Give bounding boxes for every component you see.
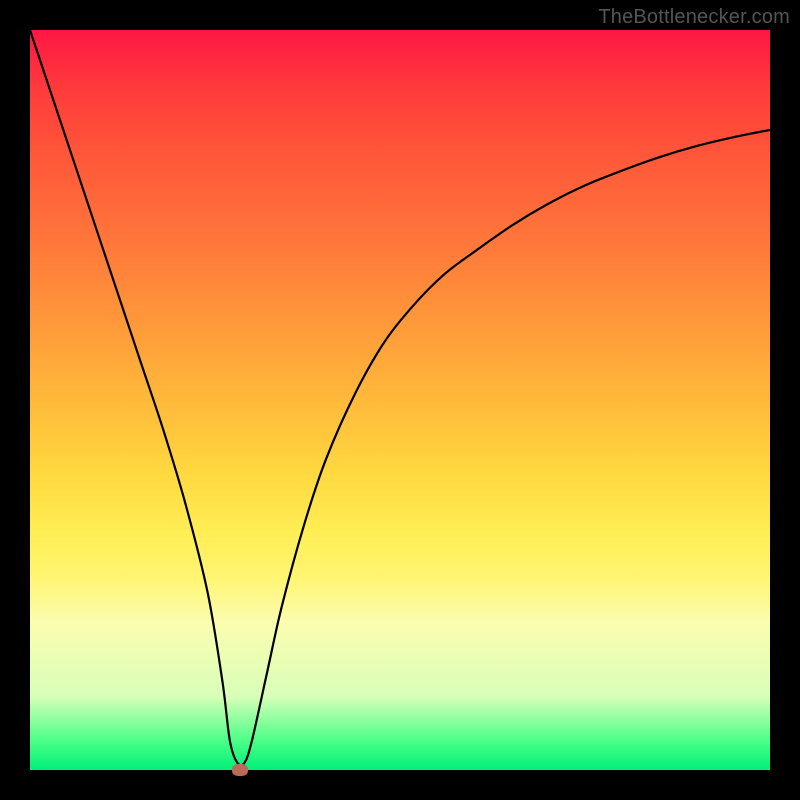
- plot-area: [30, 30, 770, 770]
- bottleneck-curve: [30, 30, 770, 770]
- curve-path: [30, 30, 770, 765]
- optimal-point-marker: [232, 764, 248, 776]
- attribution-label: TheBottlenecker.com: [598, 6, 790, 29]
- chart-frame: TheBottlenecker.com: [0, 0, 800, 800]
